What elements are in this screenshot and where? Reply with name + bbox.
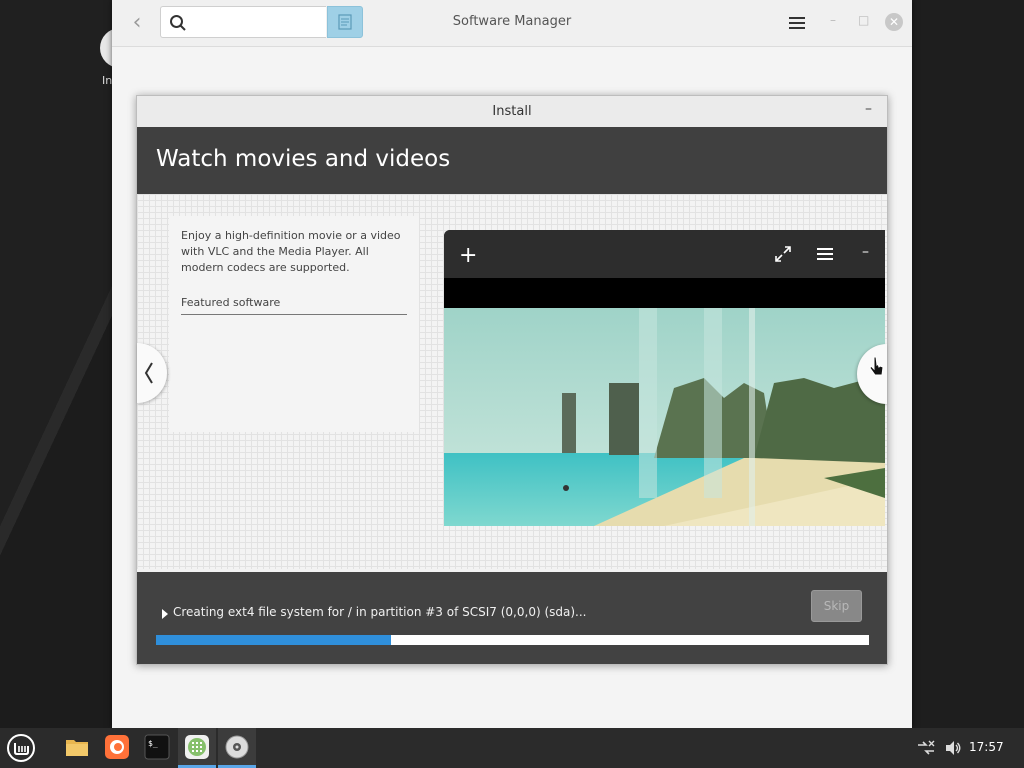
progress-status-text: Creating ext4 file system for / in parti… [173, 605, 587, 619]
folder-icon [66, 740, 88, 756]
terminal-app[interactable]: $_ [138, 728, 176, 768]
player-minimize-icon: – [862, 244, 869, 260]
media-player-screenshot: + – [444, 230, 885, 526]
installer-icon [225, 735, 249, 759]
featured-software-label: Featured software [181, 296, 407, 315]
install-title: Install [492, 104, 532, 119]
install-dialog: Install – Watch movies and videos Enjoy … [136, 95, 888, 665]
search-icon [170, 15, 186, 31]
chevron-left-icon [144, 362, 153, 384]
mouse-cursor-icon [869, 356, 884, 376]
install-minimize-button[interactable]: – [865, 101, 879, 117]
slide-text-panel: Enjoy a high-definition movie or a video… [169, 216, 419, 432]
desktop-install-label: In [102, 74, 113, 87]
fullscreen-icon [775, 246, 791, 262]
taskbar: $_ 17:57 [0, 728, 1024, 768]
firefox-icon [105, 735, 129, 759]
software-manager-header: ‹ Software Manager – □ ✕ [112, 0, 912, 47]
minimize-button[interactable]: – [830, 13, 844, 27]
software-manager-icon [185, 735, 209, 759]
firefox-app[interactable] [98, 728, 136, 768]
maximize-button[interactable]: □ [858, 13, 872, 27]
files-app[interactable] [58, 728, 96, 768]
add-icon: + [459, 243, 478, 268]
search-options-button[interactable] [327, 6, 363, 38]
expand-details-icon[interactable] [162, 609, 168, 619]
svg-text:$_: $_ [148, 739, 158, 748]
volume-icon[interactable] [944, 739, 962, 757]
player-toolbar: + – [444, 230, 885, 278]
install-progress-fill [156, 635, 392, 645]
skip-button[interactable]: Skip [811, 590, 862, 622]
progress-area: Creating ext4 file system for / in parti… [137, 572, 887, 664]
document-search-icon [338, 14, 352, 30]
slide-banner: Watch movies and videos [137, 127, 887, 194]
search-field[interactable] [160, 6, 326, 38]
slide-heading: Watch movies and videos [156, 146, 451, 172]
window-title: Software Manager [452, 14, 572, 29]
previous-slide-button[interactable] [137, 343, 167, 403]
install-progress-bar [156, 635, 869, 645]
terminal-icon: $_ [144, 734, 170, 760]
slide-description: Enjoy a high-definition movie or a video… [181, 229, 401, 274]
installer-app[interactable] [218, 728, 256, 768]
software-manager-app[interactable] [178, 728, 216, 768]
hamburger-menu-icon[interactable] [786, 12, 808, 34]
player-menu-icon [817, 248, 833, 260]
install-titlebar: Install – [137, 96, 887, 128]
slide-area: Enjoy a high-definition movie or a video… [137, 194, 887, 569]
back-button[interactable]: ‹ [126, 10, 148, 36]
beach-video-frame [444, 308, 885, 526]
clock[interactable]: 17:57 [969, 740, 1004, 754]
menu-icon[interactable] [6, 733, 36, 763]
network-icon[interactable] [916, 739, 936, 757]
close-button[interactable]: ✕ [885, 13, 903, 31]
player-letterbox [444, 278, 885, 308]
